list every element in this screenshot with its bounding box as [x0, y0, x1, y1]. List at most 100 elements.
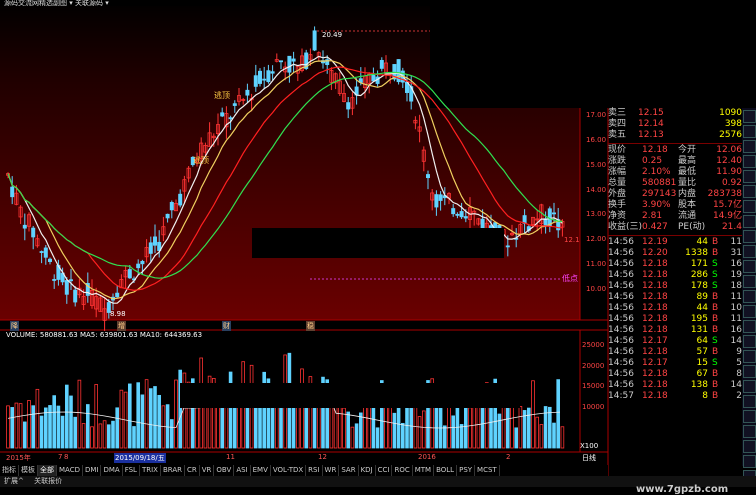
- tab-rsi[interactable]: RSI: [306, 465, 323, 476]
- candle-body: [455, 213, 460, 216]
- title-text[interactable]: 源码交流网精选副图 ▾ 关联源码 ▾: [4, 0, 109, 8]
- tick-row[interactable]: 14:56 12.20 1338 B 31: [608, 248, 742, 259]
- tick-row[interactable]: 14:56 12.19 44 B 11: [608, 237, 742, 248]
- volume-bar: [127, 383, 132, 449]
- toolbar-icon-1[interactable]: [743, 110, 756, 123]
- toolbar-icon-5[interactable]: [743, 170, 756, 183]
- order-row[interactable]: 卖四 12.14 398: [608, 119, 742, 130]
- volume-bar: [22, 421, 27, 449]
- tab-模板[interactable]: 模板: [19, 465, 38, 476]
- toolbar-icon-3[interactable]: [743, 140, 756, 153]
- tick-row[interactable]: 14:56 12.18 138 B 14: [608, 380, 742, 391]
- tick-row[interactable]: 14:56 12.18 44 B 10: [608, 303, 742, 314]
- candle-body: [152, 236, 157, 246]
- toolbar-icon-19[interactable]: [743, 380, 756, 393]
- toolbar-icon-21[interactable]: [743, 410, 756, 423]
- tab-wr[interactable]: WR: [323, 465, 340, 476]
- period-selector[interactable]: 日线: [582, 453, 596, 463]
- order-label: 卖四: [608, 119, 627, 129]
- toolbar-icon-7[interactable]: [743, 200, 756, 213]
- toolbar-icon-17[interactable]: [743, 350, 756, 363]
- tab-fsl[interactable]: FSL: [123, 465, 140, 476]
- tab-roc[interactable]: ROC: [392, 465, 413, 476]
- tab-trix[interactable]: TRIX: [140, 465, 161, 476]
- tab-macd[interactable]: MACD: [57, 465, 83, 476]
- tab-emv[interactable]: EMV: [251, 465, 271, 476]
- tab-brar[interactable]: BRAR: [161, 465, 185, 476]
- toolbar-icon-22[interactable]: [743, 425, 756, 438]
- volume-tick-label: 10000: [582, 403, 605, 411]
- tab-指标[interactable]: 指标: [0, 465, 19, 476]
- volume-bar: [329, 406, 334, 449]
- tab-dma[interactable]: DMA: [101, 465, 123, 476]
- toolbar-icon-9[interactable]: [743, 230, 756, 243]
- toolbar-icon-18[interactable]: [743, 365, 756, 378]
- volume-bar: [392, 412, 397, 449]
- candle-body: [43, 247, 48, 258]
- tick-count: 11: [730, 292, 742, 302]
- order-row[interactable]: 卖三 12.15 1090: [608, 108, 742, 119]
- toolbar-icon-13[interactable]: [743, 290, 756, 303]
- toolbar-icon-14[interactable]: [743, 305, 756, 318]
- tick-row[interactable]: 14:56 12.18 178 S 18: [608, 281, 742, 292]
- indicator-marker: 降: [10, 321, 19, 331]
- tab-kdj[interactable]: KDJ: [359, 465, 376, 476]
- tab-asi[interactable]: ASI: [234, 465, 251, 476]
- tick-row[interactable]: 14:56 12.17 15 S 5: [608, 358, 742, 369]
- tab-cr[interactable]: CR: [185, 465, 200, 476]
- toolbar-icon-12[interactable]: [743, 275, 756, 288]
- toolbar-icon-8[interactable]: [743, 215, 756, 228]
- linked-quote-button[interactable]: 关联报价: [30, 477, 66, 485]
- toolbar-icon-16[interactable]: [743, 335, 756, 348]
- stats-label: 换手: [608, 200, 627, 210]
- tab-boll[interactable]: BOLL: [434, 465, 458, 476]
- toolbar-icon-4[interactable]: [743, 155, 756, 168]
- candle-body: [291, 58, 296, 62]
- toolbar-icon-24[interactable]: [743, 455, 756, 468]
- candle-body: [73, 289, 78, 303]
- toolbar-icon-23[interactable]: [743, 440, 756, 453]
- date-tick-label: 8: [64, 453, 69, 461]
- volume-bar: [417, 416, 422, 449]
- volume-bar: [107, 424, 111, 449]
- tick-row[interactable]: 14:56 12.18 195 B 11: [608, 314, 742, 325]
- toolbar-icon-10[interactable]: [743, 245, 756, 258]
- tab-mcst[interactable]: MCST: [475, 465, 500, 476]
- tick-row[interactable]: 14:56 12.18 89 B 11: [608, 292, 742, 303]
- tick-row[interactable]: 14:56 12.18 131 B 16: [608, 325, 742, 336]
- expand-button[interactable]: 扩展^: [0, 477, 28, 485]
- tab-obv[interactable]: OBV: [214, 465, 235, 476]
- volume-bar: [497, 413, 502, 449]
- order-row[interactable]: 卖五 12.13 2576: [608, 130, 742, 141]
- tab-vol-tdx[interactable]: VOL-TDX: [271, 465, 307, 476]
- tab-vr[interactable]: VR: [200, 465, 215, 476]
- toolbar-icon-15[interactable]: [743, 320, 756, 333]
- candle-body: [22, 224, 27, 229]
- tick-row[interactable]: 14:56 12.18 67 B 8: [608, 369, 742, 380]
- tick-row[interactable]: 14:57 12.18 8 B 2: [608, 391, 742, 402]
- tab-psy[interactable]: PSY: [457, 465, 476, 476]
- toolbar-icon-2[interactable]: [743, 125, 756, 138]
- tab-全部[interactable]: 全部: [38, 465, 57, 476]
- toolbar-icon-6[interactable]: [743, 185, 756, 198]
- volume-bar: [451, 415, 455, 449]
- tab-dmi[interactable]: DMI: [83, 465, 102, 476]
- volume-bar: [77, 379, 82, 449]
- low-point-annotation: 低点: [562, 274, 578, 283]
- tick-row[interactable]: 14:56 12.18 171 S 16: [608, 259, 742, 270]
- volume-bar: [44, 407, 48, 449]
- tick-row[interactable]: 14:56 12.18 286 S 19: [608, 270, 742, 281]
- tab-cci[interactable]: CCI: [376, 465, 393, 476]
- toolbar-icon-11[interactable]: [743, 260, 756, 273]
- tick-row[interactable]: 14:56 12.17 64 S 14: [608, 336, 742, 347]
- tick-time: 14:56: [608, 347, 634, 357]
- tick-row[interactable]: 14:56 12.18 57 B 9: [608, 347, 742, 358]
- tick-price: 12.18: [642, 259, 668, 269]
- tick-count: 19: [730, 270, 742, 280]
- price-tick-label: 11.00: [586, 260, 607, 268]
- toolbar-icon-20[interactable]: [743, 395, 756, 408]
- tab-sar[interactable]: SAR: [339, 465, 359, 476]
- tab-mtm[interactable]: MTM: [413, 465, 435, 476]
- tick-list[interactable]: 14:56 12.19 44 B 11 14:56 12.20 1338 B 31 14:56 12.…: [608, 237, 742, 402]
- stats-value: 12.40: [716, 156, 742, 166]
